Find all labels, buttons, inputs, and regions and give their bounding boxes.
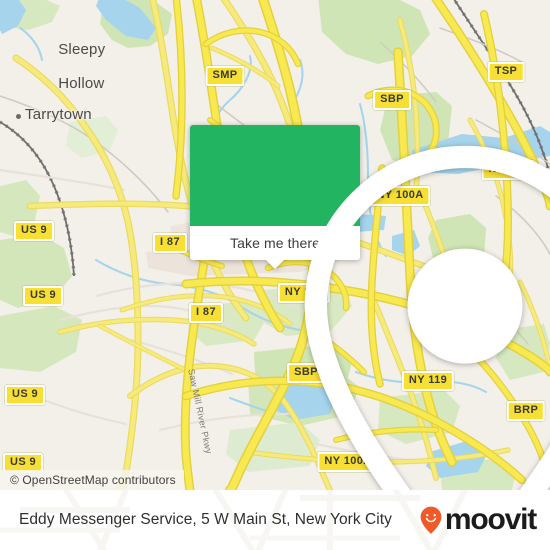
osm-attribution[interactable]: © OpenStreetMap contributors — [0, 470, 184, 490]
moovit-wordmark: moovit — [444, 503, 537, 536]
card-image-area — [190, 125, 550, 490]
highway-shield-smp[interactable]: SMP — [205, 66, 245, 86]
location-pin-icon — [304, 145, 550, 490]
map-canvas[interactable]: Sleepy Hollow Tarrytown Saw Mill River P… — [0, 0, 550, 490]
bottom-caption-bar: Eddy Messenger Service, 5 W Main St, New… — [0, 490, 550, 550]
highway-shield-us-9-north[interactable]: US 9 — [13, 221, 55, 241]
place-title: Eddy Messenger Service, 5 W Main St, New… — [19, 511, 392, 528]
moovit-pin-icon — [420, 506, 442, 534]
card-pointer-tail — [266, 260, 284, 269]
highway-shield-i-87-north[interactable]: I 87 — [153, 233, 187, 253]
place-dot-tarrytown — [16, 114, 21, 119]
highway-shield-us-9-mid[interactable]: US 9 — [22, 286, 64, 306]
highway-shield-tsp[interactable]: TSP — [487, 62, 525, 82]
moovit-logo[interactable]: moovit — [420, 503, 537, 536]
take-me-there-card[interactable]: Take me there — [190, 125, 550, 490]
highway-shield-sbp[interactable]: SBP — [373, 90, 411, 110]
osm-attribution-text: © OpenStreetMap contributors — [10, 473, 176, 487]
highway-shield-us-9-south[interactable]: US 9 — [4, 385, 46, 405]
map-screenshot: Sleepy Hollow Tarrytown Saw Mill River P… — [0, 0, 550, 550]
